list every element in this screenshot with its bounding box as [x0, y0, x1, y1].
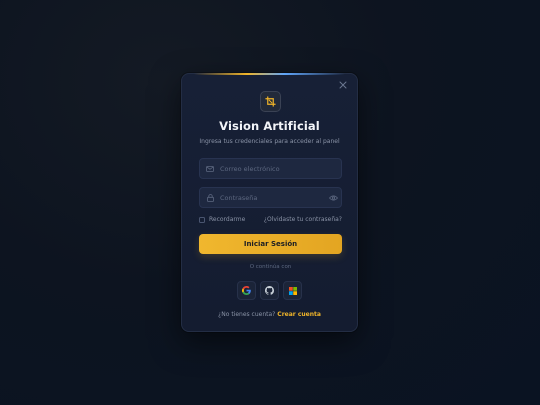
password-input[interactable] [220, 193, 325, 202]
email-input[interactable] [220, 164, 341, 173]
close-icon [339, 81, 347, 89]
crop-icon [265, 96, 276, 107]
social-login-group [182, 281, 357, 300]
remember-label: Recordarme [209, 216, 246, 223]
login-modal: Vision Artificial Ingresa tus credencial… [181, 73, 358, 332]
create-account-link[interactable]: Crear cuenta [277, 311, 321, 318]
modal-subtitle: Ingresa tus credenciales para acceder al… [199, 138, 340, 145]
remember-checkbox[interactable] [199, 216, 205, 223]
sign-in-button[interactable]: Iniciar Sesión [199, 234, 342, 254]
google-login-button[interactable] [237, 281, 256, 300]
eye-icon [328, 195, 338, 200]
modal-title: Vision Artificial [219, 119, 320, 133]
social-divider: O continúa con [249, 264, 292, 270]
remember-me-option[interactable]: Recordarme [199, 216, 245, 223]
form-options-row: Recordarme ¿Olvidaste tu contraseña? [199, 216, 342, 223]
app-logo [260, 91, 281, 112]
signup-row: ¿No tienes cuenta? Crear cuenta [182, 311, 357, 318]
signup-prompt: ¿No tienes cuenta? [218, 311, 276, 318]
microsoft-login-button[interactable] [283, 281, 302, 300]
github-login-button[interactable] [260, 281, 279, 300]
forgot-password-link[interactable]: ¿Olvidaste tu contraseña? [264, 216, 342, 223]
microsoft-icon [288, 286, 297, 295]
github-icon [265, 286, 274, 295]
top-accent-glow [194, 73, 345, 75]
google-icon [242, 286, 251, 295]
email-field[interactable] [199, 158, 342, 179]
show-password-toggle[interactable] [325, 195, 341, 201]
mail-icon [200, 165, 220, 172]
password-field[interactable] [199, 187, 342, 208]
lock-icon [200, 193, 220, 202]
close-button[interactable] [337, 80, 349, 92]
